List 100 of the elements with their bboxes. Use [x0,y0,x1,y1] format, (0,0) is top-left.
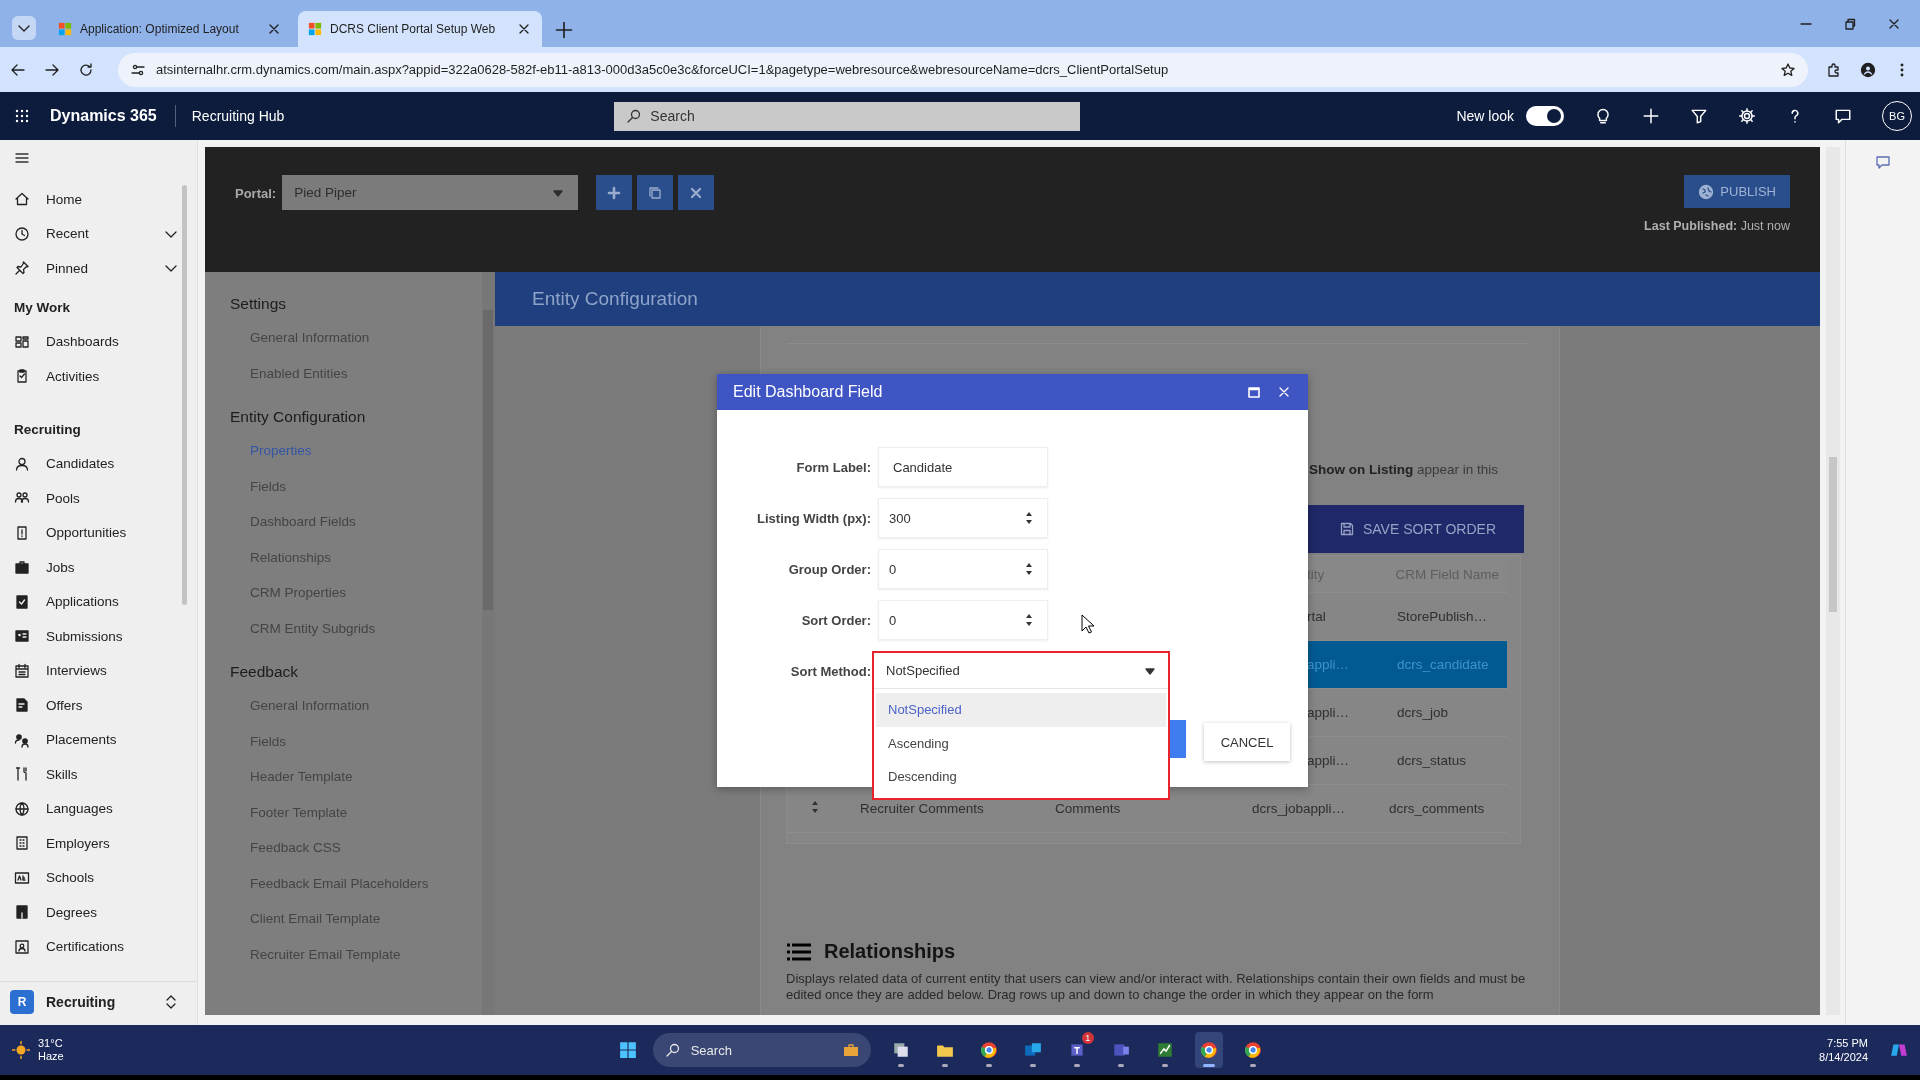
group-heading: My Work [13,298,71,317]
table-cell-text: appli… [1306,753,1351,768]
field-label: Group Order: [787,561,872,577]
certificate-icon [14,938,30,955]
book-icon [14,904,30,921]
dialog-title: Edit Dashboard Field [733,383,884,401]
publish-button[interactable]: PUBLISH [1684,175,1790,208]
sidebar-item[interactable]: Candidates [0,446,197,481]
field-label: Portal: [235,186,277,203]
table-cell-text: Recruiter Comments [859,801,985,816]
sidebar-item[interactable]: Opportunities [0,515,197,550]
table-cell-text: dcrs_jobappli… [1251,801,1347,816]
table-cell-text: appli… [1306,705,1351,720]
lightbulb-icon[interactable] [1594,107,1612,125]
area-badge: R [10,989,34,1014]
filter-icon[interactable] [1690,107,1708,125]
id-card-icon [14,628,30,645]
notification-badge: 1 [1081,1032,1094,1044]
sidebar-item[interactable]: Applications [0,584,197,619]
plus-icon [606,184,623,201]
field-label: Sort Method: [789,663,872,679]
profile-icon[interactable] [1860,61,1876,78]
address-bar[interactable]: atsinternalhr.crm.dynamics.com/main.aspx?appid=322a0628-582f-eb11-a813-000d3a5c0e3c&forceUCI=1&pagetype=webresource&webresourceName=dcrs_ClientPortalSetup [118,52,1808,87]
app-launcher-icon[interactable] [14,108,30,124]
taskbar-app[interactable]: 1 [1062,1032,1091,1068]
delete-button[interactable] [678,175,715,210]
nav-heading: Settings [230,294,287,314]
sidebar-item[interactable]: Degrees [0,895,197,930]
sidebar-item[interactable]: Certifications [0,929,197,964]
star-icon[interactable] [1780,61,1796,78]
sidebar-item[interactable]: Schools [0,860,197,895]
table-cell-text: dcrs_job [1396,705,1450,720]
globe-icon [1698,183,1715,200]
plus-icon[interactable] [1642,107,1660,125]
sidebar-item[interactable]: Interviews [0,653,197,688]
copy-button[interactable] [637,175,674,210]
save-icon [1338,521,1355,537]
field-label: Form Label: [795,459,872,475]
group-heading: Recruiting [13,420,82,439]
letters-icon [14,869,30,886]
dropdown-option[interactable]: Ascending [876,726,1166,760]
menu-icon[interactable] [14,150,30,166]
maximize-icon[interactable] [1246,384,1262,400]
browser-tab[interactable]: Application: Optimized Layout [48,11,292,47]
sidebar-item[interactable]: Jobs [0,550,197,585]
field-label: Sort Order: [800,612,872,628]
home-icon [14,191,30,208]
copy-icon [647,184,664,201]
reload-icon[interactable] [78,61,94,78]
area-switcher[interactable]: R Recruiting [0,981,197,1021]
logo-icon [308,22,322,36]
sidebar-item[interactable]: Recent [0,216,197,251]
save-sort-order-button[interactable]: SAVE SORT ORDER [1332,520,1502,538]
table-cell-text: dcrs_status [1396,753,1468,768]
nav-heading: Feedback [230,662,300,682]
new-tab-icon[interactable] [554,20,574,40]
sidebar-item[interactable]: Offers [0,688,197,723]
sidebar-item[interactable]: Languages [0,791,197,826]
toggle-switch[interactable] [1526,106,1564,126]
mail-icon [1023,1041,1042,1059]
text-field[interactable]: Candidate [878,447,1048,487]
number-field[interactable]: 300 [878,498,1048,538]
sidebar-item[interactable]: Placements [0,722,197,757]
tools-icon [14,766,30,783]
description-text: Show on Listing appear in this [1309,462,1500,477]
chart-icon [1155,1041,1174,1059]
sidebar-item[interactable]: Home [0,182,197,217]
tab-search-button[interactable] [12,16,36,40]
cancel-button[interactable]: CANCEL [1204,723,1290,761]
number-field[interactable]: 0 [878,549,1048,589]
sidebar-item[interactable]: Employers [0,826,197,861]
add-button[interactable] [596,175,633,210]
taskbar-app[interactable] [1194,1032,1223,1068]
sidebar-item[interactable]: Submissions [0,619,197,654]
product-name[interactable]: Dynamics 365 [50,105,176,127]
clock[interactable]: 7:55 PM 8/14/2024 [1819,1036,1868,1064]
checkbox-icon [14,593,30,610]
table-cell-text: appli… [1306,657,1351,672]
extension-icon[interactable] [1826,61,1842,78]
dropdown-option[interactable]: NotSpecified [876,693,1166,727]
copilot-icon[interactable] [1890,1041,1908,1059]
list-icon [786,941,812,962]
sidebar-item[interactable]: Activities [0,359,197,394]
search-field[interactable]: Search [614,101,1081,131]
settings-icon[interactable] [1738,107,1756,125]
number-field[interactable]: 0 [878,600,1048,640]
sidebar-item[interactable]: Skills [0,757,197,792]
browser-tab[interactable]: DCRS Client Portal Setup Web [298,11,542,47]
person-icon [14,455,30,472]
sidebar-item[interactable]: Dashboards [0,324,197,359]
section-title-bar: Entity Configuration [495,272,1820,326]
taskbar-search[interactable]: Search [652,1033,871,1067]
search-icon [626,108,643,124]
calendar-icon [14,662,30,679]
sidebar-item[interactable]: Pinned [0,251,197,286]
windows-logo-icon[interactable] [618,1041,637,1059]
chat-icon[interactable] [1834,107,1852,125]
last-published-text: Last Published: Just now [1644,219,1790,233]
app-name: Recruiting Hub [191,108,285,124]
sidebar-item[interactable]: Pools [0,481,197,516]
